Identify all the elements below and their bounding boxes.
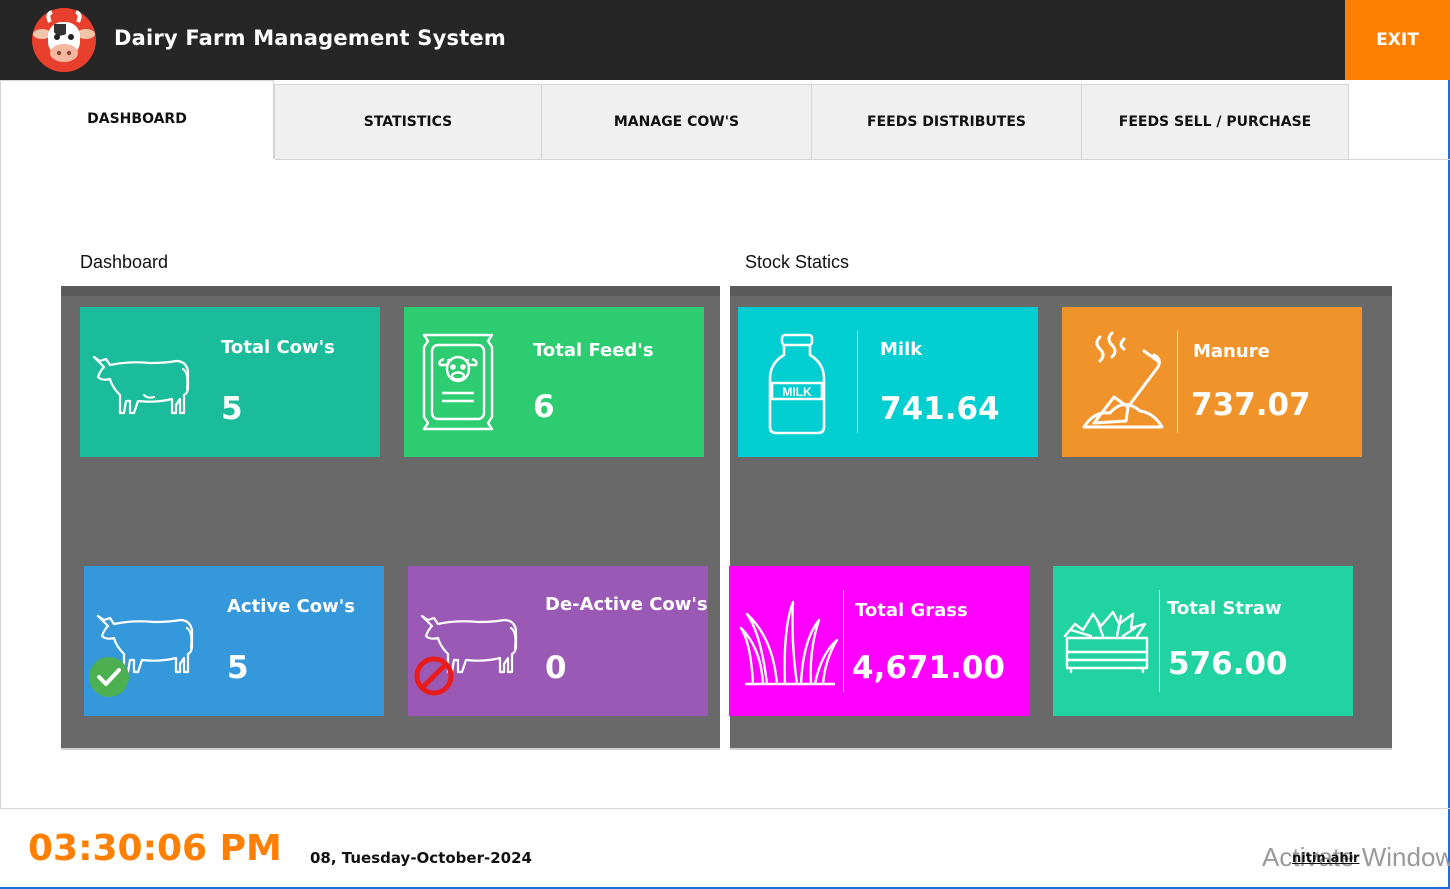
grass-icon xyxy=(739,600,839,686)
manure-card[interactable]: Manure 737.07 xyxy=(1062,307,1362,457)
manure-divider xyxy=(1177,331,1178,433)
milk-value: 741.64 xyxy=(880,391,1000,427)
exit-button[interactable]: EXIT xyxy=(1345,0,1450,80)
tab-strip: DASHBOARD STATISTICS MANAGE COW'S FEEDS … xyxy=(0,80,1450,160)
app-title: Dairy Farm Management System xyxy=(114,26,506,50)
total-feeds-title: Total Feed's xyxy=(533,340,654,361)
tab-feeds-distributes[interactable]: FEEDS DISTRIBUTES xyxy=(811,84,1082,160)
app-window: Dairy Farm Management System EXIT DASHBO… xyxy=(0,0,1450,889)
cow-logo-icon xyxy=(32,8,96,72)
milk-title: Milk xyxy=(880,339,923,360)
milk-bottle-icon: MILK xyxy=(768,333,826,435)
straw-divider xyxy=(1159,590,1160,692)
total-cows-card[interactable]: Total Cow's 5 xyxy=(80,307,380,457)
total-grass-title: Total Grass xyxy=(855,600,968,621)
grass-divider xyxy=(843,590,844,692)
active-cows-value: 5 xyxy=(227,650,249,686)
deactive-cows-value: 0 xyxy=(545,650,567,686)
tab-manage-cows[interactable]: MANAGE COW'S xyxy=(541,84,812,160)
prohibited-badge-icon xyxy=(414,656,454,696)
title-bar: Dairy Farm Management System EXIT xyxy=(0,0,1450,80)
total-straw-value: 576.00 xyxy=(1168,646,1288,682)
total-cows-value: 5 xyxy=(221,391,243,427)
stock-statics-label: Stock Statics xyxy=(745,252,850,272)
dashboard-label: Dashboard xyxy=(80,252,169,272)
tab-dashboard[interactable]: DASHBOARD xyxy=(0,80,274,160)
total-feeds-value: 6 xyxy=(533,389,555,425)
total-cows-title: Total Cow's xyxy=(221,337,335,358)
check-badge-icon xyxy=(89,657,129,697)
clock-time: 03:30:06 PM xyxy=(28,828,282,869)
tab-feeds-sell-purchase[interactable]: FEEDS SELL / PURCHASE xyxy=(1081,84,1349,160)
milk-card[interactable]: MILK Milk 741.64 xyxy=(738,307,1038,457)
deactive-cows-title: De-Active Cow's xyxy=(545,594,708,615)
milk-divider xyxy=(857,331,858,433)
deactive-cows-card[interactable]: De-Active Cow's 0 xyxy=(408,566,708,716)
total-feeds-card[interactable]: Total Feed's 6 xyxy=(404,307,704,457)
cow-icon xyxy=(92,355,190,415)
manure-value: 737.07 xyxy=(1191,387,1311,423)
total-straw-title: Total Straw xyxy=(1167,598,1282,619)
svg-text:MILK: MILK xyxy=(782,385,812,399)
active-cows-card[interactable]: Active Cow's 5 xyxy=(84,566,384,716)
total-grass-card[interactable]: Total Grass 4,671.00 xyxy=(729,566,1029,716)
total-grass-value: 4,671.00 xyxy=(852,650,1005,686)
tab-statistics[interactable]: STATISTICS xyxy=(274,84,542,160)
active-cows-title: Active Cow's xyxy=(227,596,356,617)
feed-bag-icon xyxy=(422,333,494,431)
manure-shovel-icon xyxy=(1082,331,1164,429)
straw-crate-icon xyxy=(1063,610,1149,674)
total-straw-card[interactable]: Total Straw 576.00 xyxy=(1053,566,1353,716)
current-date: 08, Tuesday-October-2024 xyxy=(310,849,532,867)
manure-title: Manure xyxy=(1193,341,1270,362)
user-link[interactable]: nitin.ahir xyxy=(1292,851,1359,866)
